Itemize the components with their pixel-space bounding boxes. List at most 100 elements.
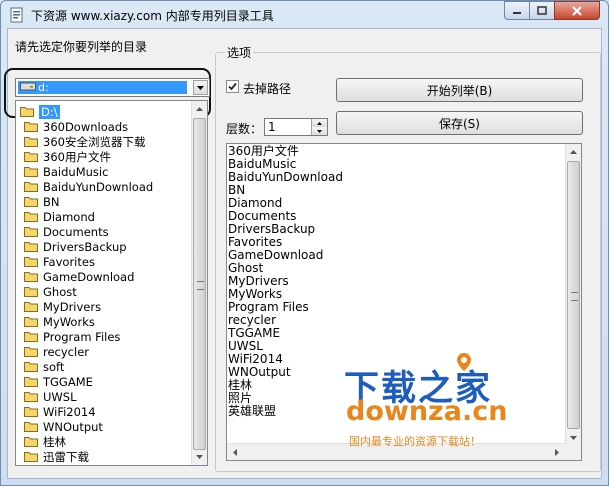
directory-item[interactable]: BN [24, 194, 60, 209]
drive-icon [20, 82, 36, 91]
directory-item[interactable]: soft [24, 359, 64, 374]
scroll-thumb[interactable] [193, 118, 206, 450]
folder-icon [24, 287, 38, 297]
folder-icon [24, 317, 38, 327]
directory-item[interactable]: WNOutput [24, 419, 103, 434]
chevron-down-icon [197, 85, 204, 90]
scroll-left-button[interactable] [227, 444, 242, 460]
arrow-up-icon [196, 107, 203, 111]
folder-icon [24, 182, 38, 192]
directory-item[interactable]: recycler [24, 344, 89, 359]
drive-label: d: [38, 81, 49, 94]
strip-path-checkbox[interactable] [226, 80, 239, 93]
folder-icon [24, 392, 38, 402]
directory-item[interactable]: Favorites [24, 254, 95, 269]
directory-item-label: UWSL [43, 389, 77, 404]
scroll-thumb[interactable] [567, 161, 580, 429]
directory-item[interactable]: WiFi2014 [24, 404, 96, 419]
scroll-right-button[interactable] [549, 444, 564, 460]
directory-item[interactable]: 迅雷下载 [24, 449, 89, 464]
directory-item[interactable]: MyDrivers [24, 299, 101, 314]
window-title: 下资源 www.xiazy.com 内部专用列目录工具 [31, 9, 274, 23]
drive-select[interactable]: d: [15, 78, 210, 97]
drive-select-dropdown[interactable] [193, 80, 208, 95]
directory-item[interactable]: 360用户文件 [24, 149, 111, 164]
directory-item-label: BaiduMusic [43, 164, 109, 179]
close-icon [572, 5, 582, 16]
depth-decrement-button[interactable] [312, 127, 327, 135]
directory-item-label: BaiduYunDownload [43, 179, 154, 194]
title-bar[interactable]: 下资源 www.xiazy.com 内部专用列目录工具 [1, 1, 608, 29]
folder-icon [24, 212, 38, 222]
folder-icon [24, 152, 38, 162]
directory-item-label: Documents [43, 224, 109, 239]
directory-item[interactable]: BaiduMusic [24, 164, 108, 179]
directory-item-label: 桂林 [43, 434, 66, 449]
drive-select-value: d: [18, 81, 187, 94]
scroll-up-button[interactable] [566, 144, 581, 160]
result-item[interactable]: 英雄联盟 [228, 405, 276, 418]
directory-item-label: soft [43, 359, 65, 374]
minimize-button[interactable] [504, 1, 530, 20]
results-vscrollbar[interactable] [565, 144, 581, 446]
close-button[interactable] [554, 1, 600, 20]
directory-item-label: TGGAME [43, 374, 93, 389]
scroll-down-button[interactable] [192, 449, 207, 465]
folder-icon [24, 377, 38, 387]
directory-item[interactable]: UWSL [24, 389, 77, 404]
folder-icon [24, 422, 38, 432]
directory-item-label: 360Downloads [43, 119, 129, 134]
directory-item[interactable]: DriversBackup [24, 239, 127, 254]
depth-label: 层数： [226, 122, 263, 136]
directory-item[interactable]: TGGAME [24, 374, 93, 389]
checkmark-icon [228, 82, 237, 91]
watermark-domain: downza.cn [346, 396, 508, 427]
directory-item-label: DriversBackup [43, 239, 127, 254]
scroll-up-button[interactable] [192, 101, 207, 117]
folder-icon [24, 122, 38, 132]
directory-prompt: 请先选定你要列举的目录 [15, 40, 148, 54]
result-item[interactable]: BaiduYunDownload [228, 171, 343, 184]
directory-item-label: GameDownload [43, 269, 135, 284]
folder-icon [24, 257, 38, 267]
arrow-down-icon [317, 129, 322, 133]
folder-icon [24, 227, 38, 237]
arrow-down-icon [570, 436, 577, 440]
directory-item[interactable]: BaiduYunDownload [24, 179, 153, 194]
directory-item[interactable]: GameDownload [24, 269, 134, 284]
directory-item-label: Ghost [43, 284, 77, 299]
scroll-corner [565, 444, 581, 460]
directory-item[interactable]: MyWorks [24, 314, 95, 329]
folder-icon [24, 137, 38, 147]
depth-stepper-buttons [311, 119, 327, 135]
directory-item[interactable]: Program Files [24, 329, 120, 344]
directory-tree[interactable]: D:\ 360Downloads 360安全浏览器下载 360用户文件 BaiduMus… [15, 100, 208, 466]
folder-icon [24, 302, 38, 312]
directory-item[interactable]: D:\ [20, 104, 60, 119]
depth-stepper[interactable]: 1 [264, 118, 328, 136]
folder-icon [24, 407, 38, 417]
grip-icon [197, 281, 204, 290]
options-group-title: 选项 [225, 44, 254, 61]
depth-value[interactable]: 1 [268, 120, 276, 134]
directory-item-label: 迅雷下载 [43, 449, 89, 464]
maximize-button[interactable] [529, 1, 555, 20]
strip-path-label[interactable]: 去掉路径 [243, 80, 291, 97]
directory-item-label: MyWorks [43, 314, 95, 329]
folder-icon [24, 197, 38, 207]
directory-scrollbar[interactable] [191, 101, 207, 465]
minimize-icon [513, 11, 521, 14]
folder-icon [24, 272, 38, 282]
directory-item[interactable]: Documents [24, 224, 109, 239]
start-button[interactable]: 开始列举(B) [336, 78, 583, 102]
directory-item-label: Favorites [43, 254, 95, 269]
directory-item[interactable]: 360安全浏览器下载 [24, 134, 145, 149]
maximize-icon [537, 5, 547, 15]
directory-item[interactable]: Diamond [24, 209, 95, 224]
directory-item[interactable]: 桂林 [24, 434, 66, 449]
directory-item[interactable]: 360Downloads [24, 119, 128, 134]
open-folder-icon [20, 107, 34, 117]
save-button[interactable]: 保存(S) [336, 111, 583, 135]
folder-icon [24, 362, 38, 372]
directory-item[interactable]: Ghost [24, 284, 77, 299]
